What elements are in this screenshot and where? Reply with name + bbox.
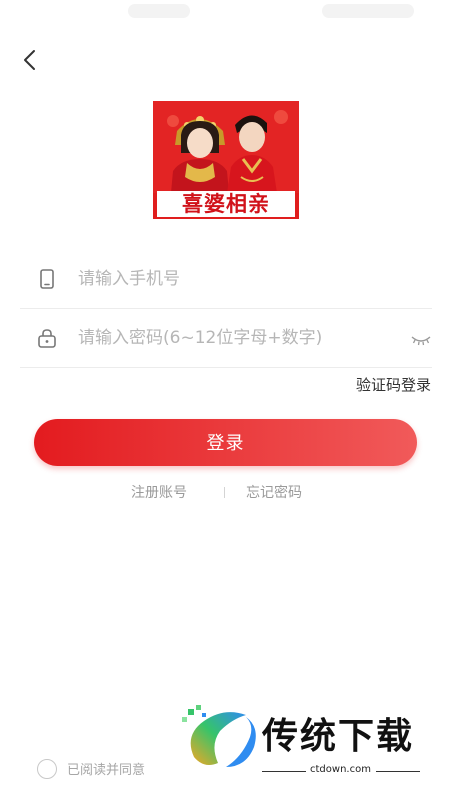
lock-icon (38, 329, 56, 348)
eye-closed-icon[interactable] (410, 331, 432, 347)
watermark-url: ctdown.com (310, 764, 371, 775)
agreement-text: 已阅读并同意 (67, 763, 146, 778)
watermark-line-left (262, 771, 306, 772)
register-link[interactable]: 注册账号 (131, 482, 187, 502)
app-logo: 喜婆相亲 (153, 101, 299, 219)
watermark: 传统下载 ctdown.com (180, 705, 425, 783)
back-button[interactable] (14, 44, 46, 76)
logo-title: 喜婆相亲 (157, 191, 295, 217)
couple-illustration (153, 101, 299, 193)
forgot-password-link[interactable]: 忘记密码 (246, 482, 302, 502)
chevron-left-icon (24, 50, 35, 70)
sms-code-login-link[interactable]: 验证码登录 (356, 374, 431, 395)
watermark-brand: 传统下载 (262, 716, 415, 757)
watermark-logo-icon (182, 705, 256, 767)
status-bar-right (322, 4, 414, 18)
password-input[interactable] (78, 319, 398, 357)
account-links: 注册账号 忘记密码 (0, 482, 450, 504)
phone-field (20, 250, 432, 309)
login-button[interactable]: 登录 (34, 419, 417, 466)
status-bar-left (128, 4, 190, 18)
watermark-line-right (376, 771, 420, 772)
links-divider (224, 487, 225, 498)
phone-icon (40, 269, 54, 289)
phone-input[interactable] (78, 260, 398, 298)
password-field (20, 309, 432, 368)
radio-unchecked-icon[interactable] (37, 759, 57, 779)
